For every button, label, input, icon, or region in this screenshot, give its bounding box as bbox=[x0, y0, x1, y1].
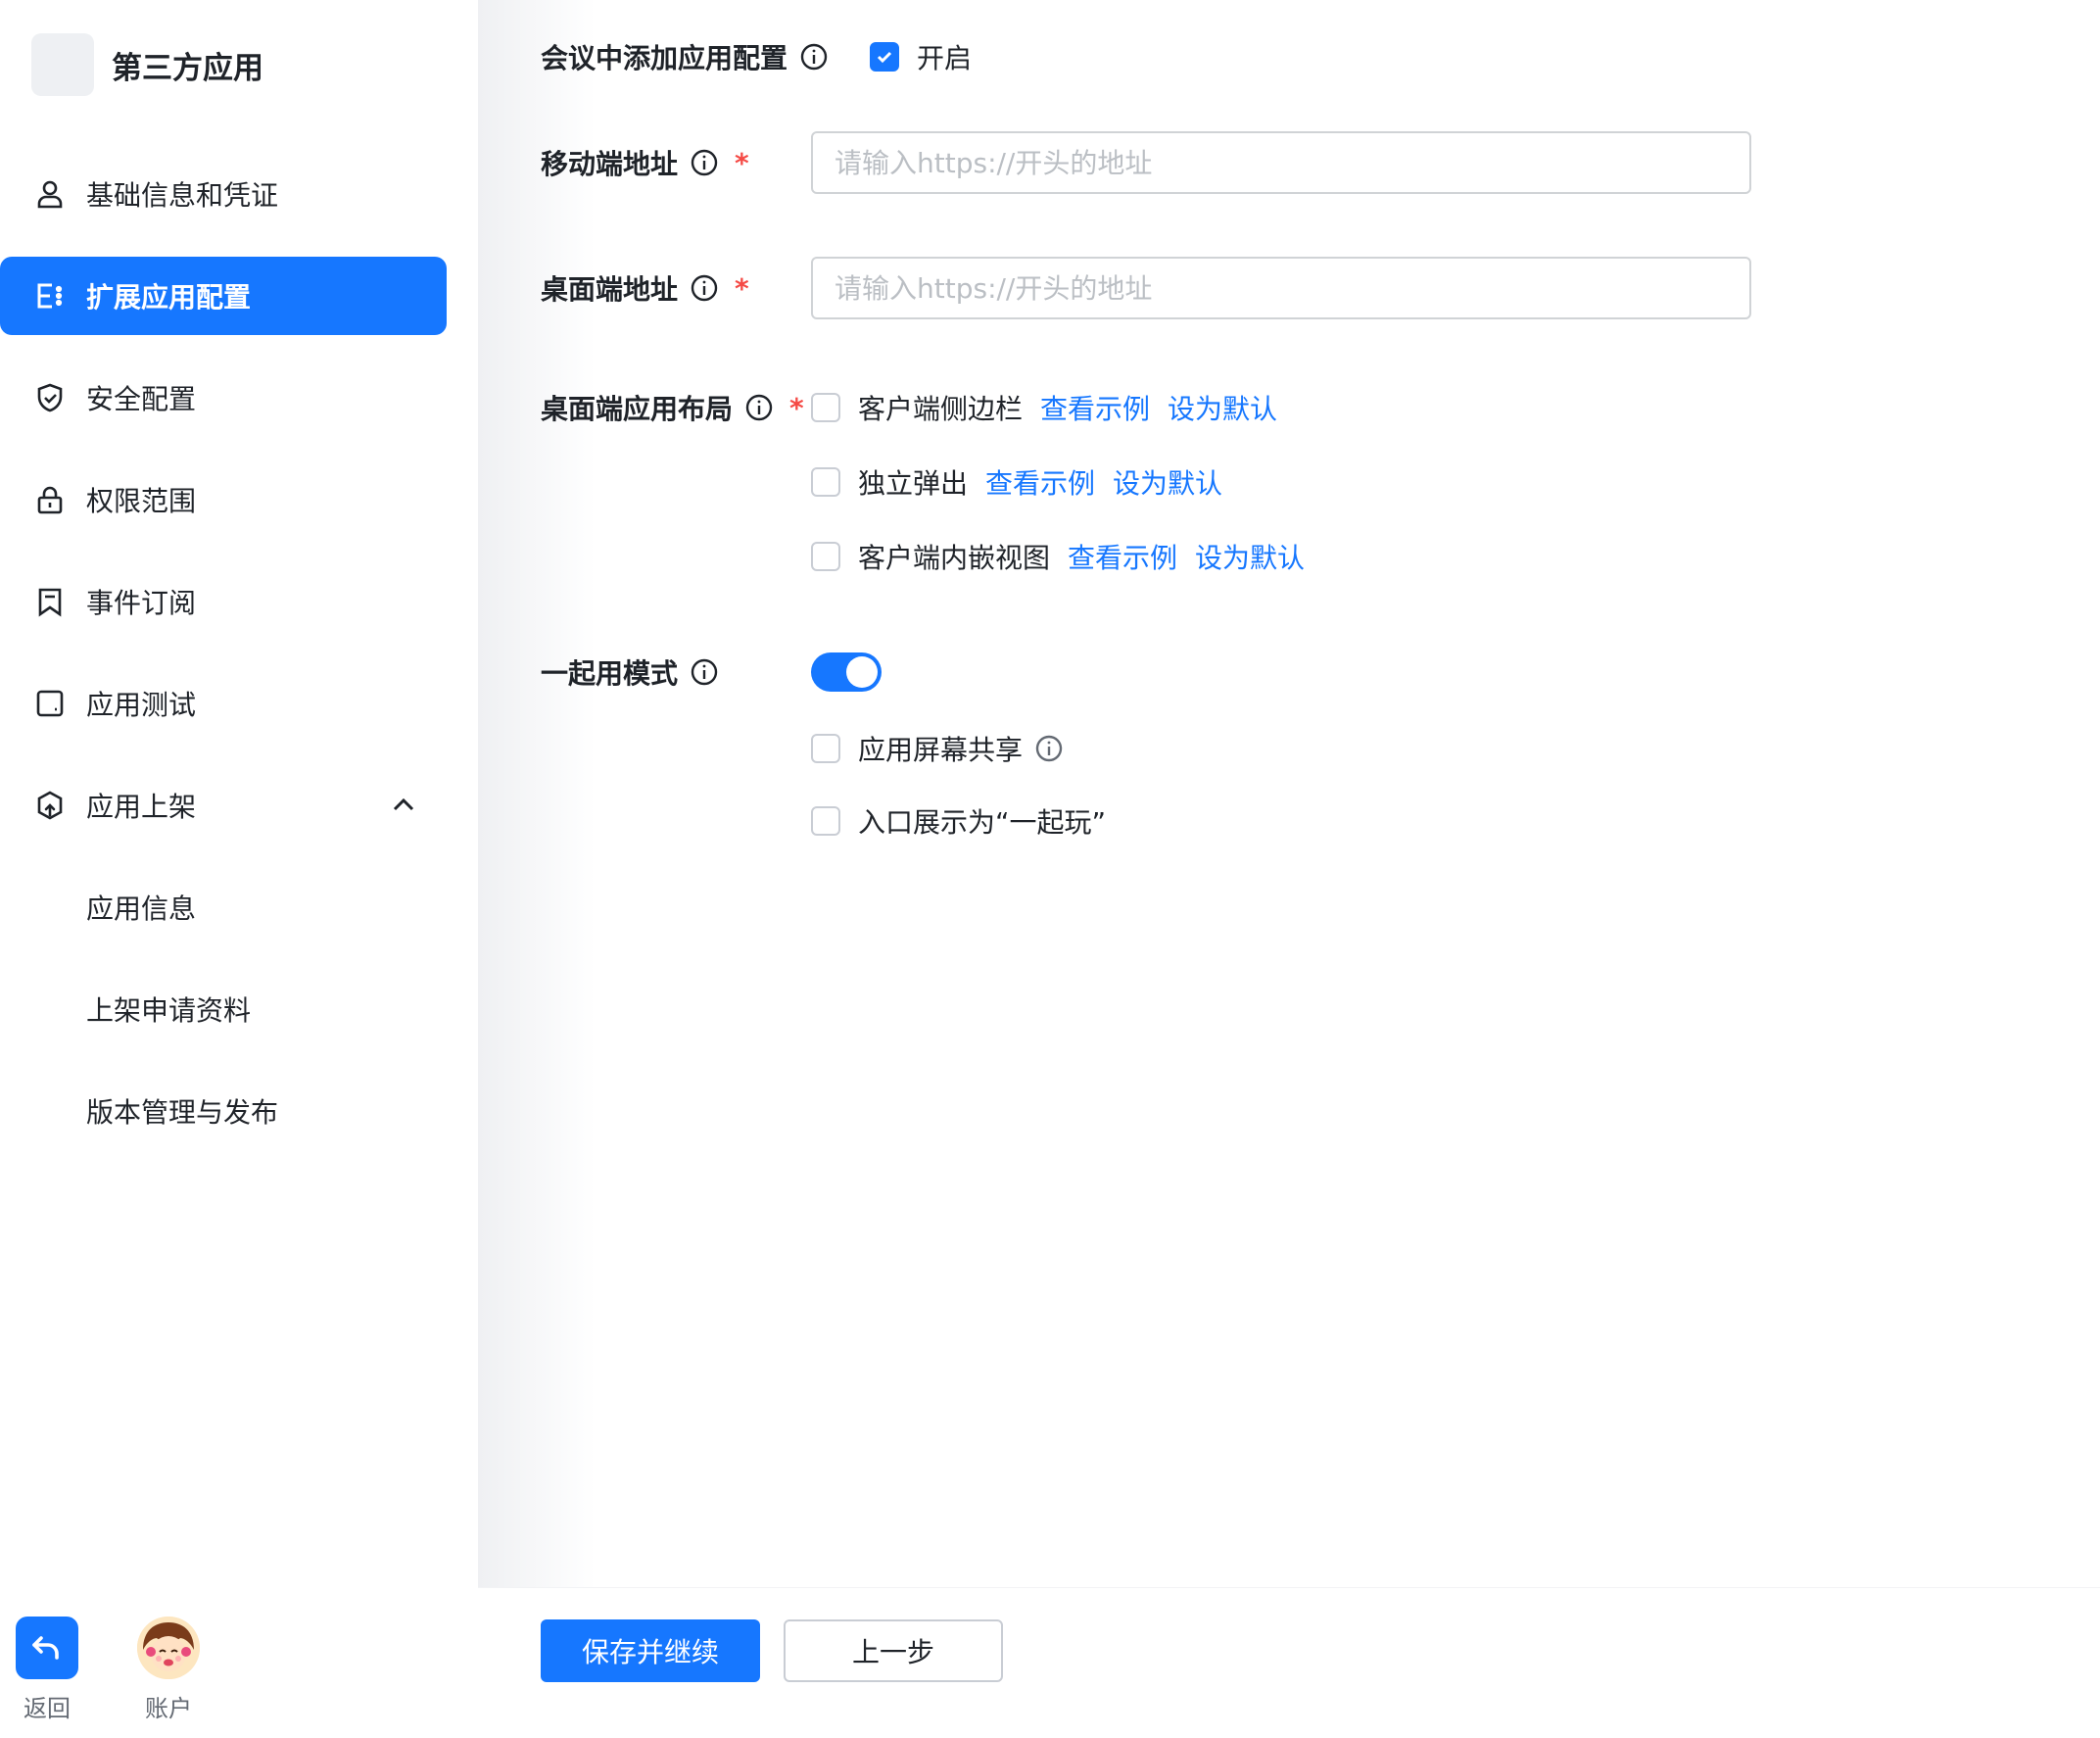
info-icon[interactable] bbox=[744, 393, 774, 422]
required-mark: * bbox=[735, 271, 749, 305]
together-mode-switch[interactable] bbox=[811, 652, 882, 692]
avatar bbox=[137, 1617, 200, 1679]
sidebar-item-label: 基础信息和凭证 bbox=[86, 179, 279, 212]
sidebar-item-label: 安全配置 bbox=[86, 383, 197, 415]
sidebar-item-basic-info[interactable]: 基础信息和凭证 bbox=[0, 155, 478, 233]
desktop-url-row: 桌面端地址 * bbox=[541, 257, 1751, 319]
sidebar-item-label: 扩展应用配置 bbox=[86, 281, 252, 314]
mobile-url-input[interactable] bbox=[811, 131, 1751, 194]
sidebar-item-events[interactable]: 事件订阅 bbox=[0, 562, 478, 641]
required-mark: * bbox=[789, 391, 804, 424]
sidebar-subitem-listing-materials[interactable]: 上架申请资料 bbox=[0, 970, 478, 1048]
play-together-entry-row: 入口展示为“一起玩” bbox=[811, 801, 1106, 841]
desktop-url-label-text: 桌面端地址 bbox=[541, 273, 679, 306]
meeting-enable-label: 开启 bbox=[917, 42, 973, 74]
desktop-layout-row: 桌面端应用布局 * 客户端侧边栏 查看示例 设为默认 bbox=[541, 388, 1277, 427]
form-footer: 保存并继续 上一步 bbox=[478, 1587, 2100, 1738]
sidebar-item-testing[interactable]: 应用测试 bbox=[0, 664, 478, 743]
desktop-layout-label-text: 桌面端应用布局 bbox=[541, 393, 734, 425]
account-button[interactable]: 账户 bbox=[137, 1617, 200, 1723]
check-icon bbox=[877, 51, 892, 64]
sidebar-subitem-version-release[interactable]: 版本管理与发布 bbox=[0, 1072, 478, 1150]
sidebar-subitem-app-info[interactable]: 应用信息 bbox=[0, 868, 478, 946]
back-button[interactable]: 返回 bbox=[16, 1617, 78, 1723]
required-mark: * bbox=[735, 146, 749, 179]
sidebar-item-permissions[interactable]: 权限范围 bbox=[0, 460, 478, 539]
layout-sidebar-default-link[interactable]: 设为默认 bbox=[1168, 388, 1277, 427]
sidebar-bottom-actions: 返回 账户 bbox=[16, 1617, 200, 1723]
info-icon[interactable] bbox=[1034, 734, 1064, 763]
layout-sidebar-label: 客户端侧边栏 bbox=[858, 393, 1024, 425]
sidebar-item-label: 事件订阅 bbox=[86, 587, 197, 619]
info-icon[interactable] bbox=[690, 273, 719, 303]
shield-icon bbox=[33, 381, 67, 414]
layout-embedded-example-link[interactable]: 查看示例 bbox=[1068, 537, 1177, 576]
screen-share-checkbox[interactable] bbox=[811, 734, 840, 763]
sidebar-item-label: 应用上架 bbox=[86, 791, 197, 823]
user-icon bbox=[33, 177, 67, 211]
mobile-url-label-text: 移动端地址 bbox=[541, 148, 679, 180]
mobile-url-row: 移动端地址 * bbox=[541, 131, 1751, 194]
bookmark-icon bbox=[33, 585, 67, 618]
sidebar-item-security[interactable]: 安全配置 bbox=[0, 359, 478, 437]
publish-icon bbox=[33, 789, 67, 822]
switch-knob bbox=[846, 656, 878, 688]
info-icon[interactable] bbox=[690, 148, 719, 177]
account-label: 账户 bbox=[145, 1695, 192, 1722]
layout-popup-label: 独立弹出 bbox=[858, 467, 969, 500]
sidebar-nav: 基础信息和凭证 扩展应用配置 安全配置 权限范围 事件订阅 应用测试 应用上架 … bbox=[0, 155, 478, 1174]
layout-popup-row: 独立弹出 查看示例 设为默认 bbox=[811, 462, 1222, 502]
meeting-enable-checkbox[interactable] bbox=[870, 42, 900, 72]
desktop-url-input[interactable] bbox=[811, 257, 1751, 319]
meeting-config-label-text: 会议中添加应用配置 bbox=[541, 42, 788, 74]
layout-embedded-label: 客户端内嵌视图 bbox=[858, 542, 1051, 574]
layout-sidebar-checkbox[interactable] bbox=[811, 393, 840, 422]
chevron-up-icon[interactable] bbox=[388, 790, 419, 821]
previous-step-button[interactable]: 上一步 bbox=[784, 1619, 1003, 1682]
meeting-config-row: 会议中添加应用配置 开启 bbox=[541, 37, 972, 76]
screen-share-row: 应用屏幕共享 bbox=[811, 729, 1064, 768]
sidebar-item-extension-config[interactable]: 扩展应用配置 bbox=[0, 257, 447, 335]
screen-share-label: 应用屏幕共享 bbox=[858, 734, 1024, 766]
layout-embedded-default-link[interactable]: 设为默认 bbox=[1195, 537, 1305, 576]
app-name: 第三方应用 bbox=[112, 50, 263, 86]
layout-sidebar-example-link[interactable]: 查看示例 bbox=[1040, 388, 1150, 427]
back-label: 返回 bbox=[24, 1695, 71, 1722]
back-icon bbox=[16, 1617, 78, 1679]
tablet-icon bbox=[33, 687, 67, 720]
extension-config-form: 会议中添加应用配置 开启 移动端地址 * 桌面端地址 * bbox=[541, 0, 2069, 1587]
info-icon[interactable] bbox=[799, 42, 829, 72]
app-header: 第三方应用 bbox=[31, 33, 263, 96]
layout-popup-example-link[interactable]: 查看示例 bbox=[985, 462, 1095, 502]
layout-popup-default-link[interactable]: 设为默认 bbox=[1113, 462, 1222, 502]
lock-icon bbox=[33, 483, 67, 516]
together-mode-row: 一起用模式 bbox=[541, 652, 882, 692]
app-logo bbox=[31, 33, 94, 96]
save-continue-button[interactable]: 保存并继续 bbox=[541, 1619, 760, 1682]
sidebar-item-label: 权限范围 bbox=[86, 485, 197, 517]
sidebar-item-publish[interactable]: 应用上架 bbox=[0, 766, 478, 845]
layout-embedded-row: 客户端内嵌视图 查看示例 设为默认 bbox=[811, 537, 1305, 576]
play-together-entry-label: 入口展示为“一起玩” bbox=[858, 806, 1107, 839]
meeting-config-label: 会议中添加应用配置 bbox=[541, 37, 829, 76]
sidebar: 第三方应用 基础信息和凭证 扩展应用配置 安全配置 权限范围 事件订阅 应用测试… bbox=[0, 0, 478, 1738]
together-mode-label-text: 一起用模式 bbox=[541, 657, 679, 690]
sidebar-item-label: 应用测试 bbox=[86, 689, 197, 721]
mobile-url-label: 移动端地址 * bbox=[541, 143, 811, 182]
desktop-layout-label: 桌面端应用布局 * bbox=[541, 388, 811, 427]
layout-embedded-checkbox[interactable] bbox=[811, 542, 840, 571]
play-together-entry-checkbox[interactable] bbox=[811, 806, 840, 836]
info-icon[interactable] bbox=[690, 657, 719, 687]
layout-popup-checkbox[interactable] bbox=[811, 467, 840, 497]
desktop-url-label: 桌面端地址 * bbox=[541, 268, 811, 308]
together-mode-label: 一起用模式 bbox=[541, 652, 811, 692]
extension-icon bbox=[33, 279, 67, 313]
